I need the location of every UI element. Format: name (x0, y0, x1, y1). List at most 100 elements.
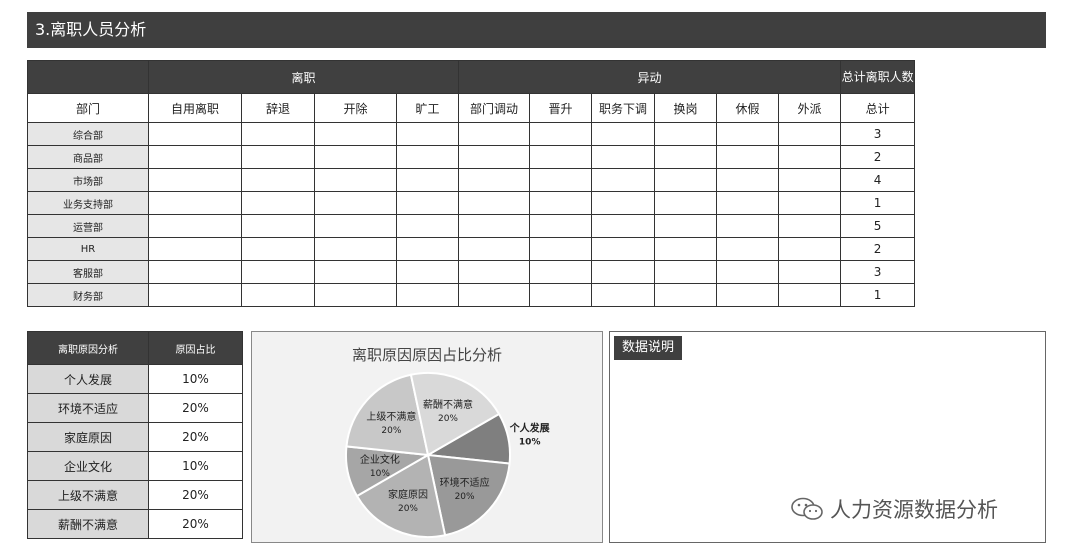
total-cell: 2 (840, 237, 916, 261)
empty-cell (241, 214, 315, 238)
empty-cell (458, 145, 531, 169)
group-header-blank (27, 60, 149, 94)
column-header: 外派 (778, 93, 842, 123)
column-header: 换岗 (654, 93, 718, 123)
empty-cell (314, 122, 397, 146)
reason-cell: 个人发展 (27, 364, 149, 394)
empty-cell (395, 260, 460, 284)
table-row: 家庭原因 20% (27, 422, 243, 452)
empty-cell (529, 168, 593, 192)
reason-cell: 企业文化 (27, 451, 149, 481)
slice-value-label: 20% (398, 504, 418, 514)
slice-label: 企业文化 (360, 453, 400, 466)
empty-cell (529, 214, 593, 238)
total-cell: 4 (840, 168, 916, 192)
column-header: 自用离职 (148, 93, 242, 123)
column-header: 晋升 (529, 93, 593, 123)
empty-cell (778, 283, 842, 307)
column-header: 总计 (840, 93, 916, 123)
table-row: 客服部 3 (27, 260, 916, 284)
column-header-row: 部门 自用离职 辞退 开除 旷工 部门调动 晋升 职务下调 换岗 休假 外派 总计 (27, 93, 916, 123)
empty-cell (458, 122, 531, 146)
empty-cell (458, 214, 531, 238)
dept-cell: HR (27, 237, 149, 261)
empty-cell (716, 260, 780, 284)
table-row: 薪酬不满意 20% (27, 509, 243, 539)
table-row: 市场部 4 (27, 168, 916, 192)
empty-cell (148, 191, 242, 215)
dept-cell: 财务部 (27, 283, 149, 307)
page-title: 3.离职人员分析 (27, 12, 1046, 48)
table-row: HR 2 (27, 237, 916, 261)
empty-cell (241, 122, 315, 146)
watermark-text: 人力资源数据分析 (830, 498, 998, 522)
empty-cell (716, 237, 780, 261)
column-header: 职务下调 (591, 93, 656, 123)
empty-cell (654, 237, 718, 261)
group-header-row: 离职 异动 总计离职人数 (27, 60, 916, 94)
empty-cell (654, 214, 718, 238)
empty-cell (458, 191, 531, 215)
empty-cell (591, 214, 656, 238)
share-cell: 10% (148, 451, 243, 481)
empty-cell (654, 283, 718, 307)
empty-cell (241, 260, 315, 284)
table-row: 运营部 5 (27, 214, 916, 238)
column-header: 部门调动 (458, 93, 531, 123)
empty-cell (314, 260, 397, 284)
share-cell: 20% (148, 422, 243, 452)
slice-label: 家庭原因 (388, 488, 428, 501)
empty-cell (395, 283, 460, 307)
slice-label: 环境不适应 (440, 476, 490, 489)
empty-cell (778, 191, 842, 215)
slice-value-label: 20% (455, 492, 475, 502)
empty-cell (778, 145, 842, 169)
empty-cell (458, 237, 531, 261)
empty-cell (148, 168, 242, 192)
empty-cell (529, 145, 593, 169)
empty-cell (148, 237, 242, 261)
empty-cell (148, 214, 242, 238)
table-row: 上级不满意 20% (27, 480, 243, 510)
empty-cell (529, 122, 593, 146)
empty-cell (716, 168, 780, 192)
total-cell: 5 (840, 214, 916, 238)
empty-cell (241, 237, 315, 261)
slice-label: 上级不满意 (366, 410, 416, 423)
empty-cell (458, 260, 531, 284)
empty-cell (314, 168, 397, 192)
empty-cell (591, 260, 656, 284)
attrition-table-body: 综合部 3 商品部 2 市场部 4 业务支持部 1 运营部 5 HR 2 客服部 3 财务部 1 (27, 122, 916, 307)
slice-value-label: 10% (519, 437, 541, 447)
empty-cell (591, 191, 656, 215)
empty-cell (241, 145, 315, 169)
empty-cell (778, 168, 842, 192)
empty-cell (654, 168, 718, 192)
column-header: 开除 (314, 93, 397, 123)
empty-cell (716, 145, 780, 169)
empty-cell (591, 283, 656, 307)
table-row: 财务部 1 (27, 283, 916, 307)
empty-cell (591, 145, 656, 169)
empty-cell (529, 191, 593, 215)
column-header: 休假 (716, 93, 780, 123)
empty-cell (241, 191, 315, 215)
empty-cell (778, 260, 842, 284)
column-header: 辞退 (241, 93, 315, 123)
empty-cell (148, 283, 242, 307)
empty-cell (395, 191, 460, 215)
empty-cell (314, 283, 397, 307)
slice-label: 个人发展 (509, 421, 550, 434)
reason-header: 离职原因分析 (27, 331, 149, 365)
empty-cell (395, 145, 460, 169)
total-cell: 3 (840, 122, 916, 146)
share-cell: 10% (148, 364, 243, 394)
empty-cell (778, 122, 842, 146)
slice-value-label: 20% (438, 414, 458, 424)
empty-cell (654, 191, 718, 215)
empty-cell (716, 122, 780, 146)
share-cell: 20% (148, 480, 243, 510)
data-notes-label: 数据说明 (614, 336, 683, 360)
dept-cell: 运营部 (27, 214, 149, 238)
share-cell: 20% (148, 393, 243, 423)
